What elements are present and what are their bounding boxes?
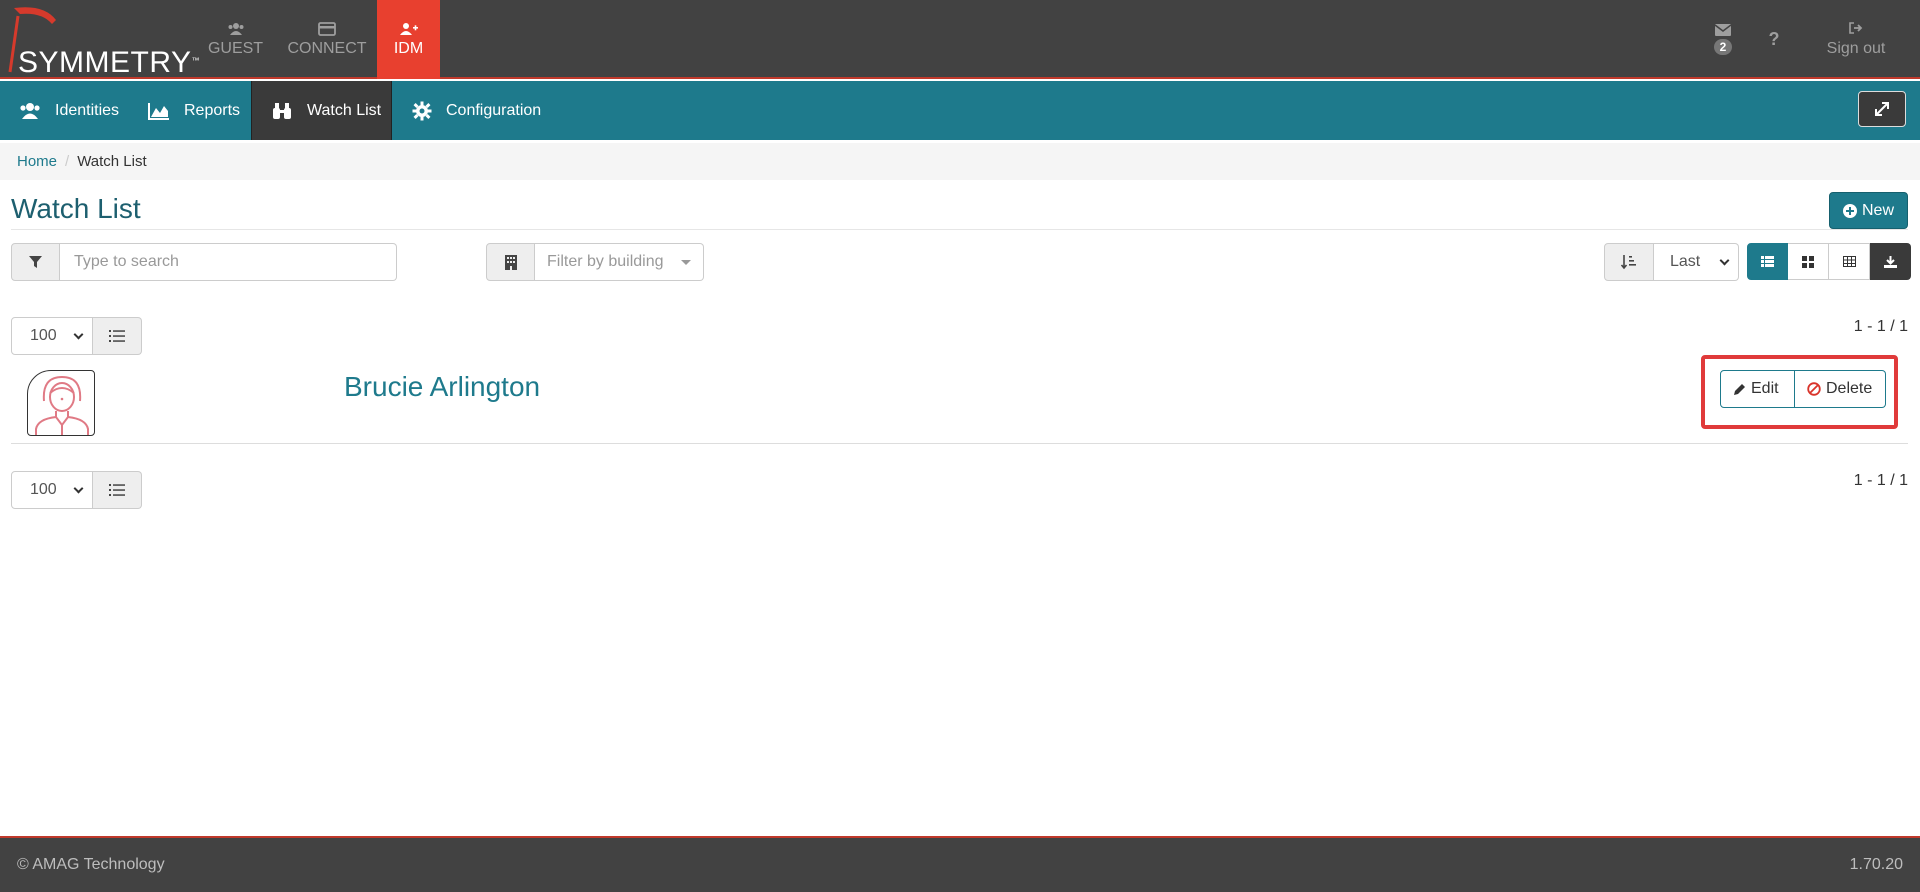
plus-circle-icon — [1842, 203, 1857, 218]
sort-field-value: Last — [1670, 253, 1701, 270]
question-icon: ? — [1768, 29, 1780, 49]
nav-reports[interactable]: Reports — [148, 81, 240, 140]
grid-icon — [1802, 255, 1814, 268]
module-nav: Identities Reports Watch List Configurat… — [0, 81, 1920, 140]
view-table-button[interactable] — [1829, 243, 1870, 280]
search-group — [11, 243, 397, 281]
page-size-select[interactable]: 100 — [11, 317, 93, 355]
footer: © AMAG Technology 1.70.20 — [0, 836, 1920, 892]
list-options-button[interactable] — [93, 471, 142, 509]
edit-button-label: Edit — [1751, 380, 1779, 397]
expand-icon — [1875, 102, 1889, 116]
edit-button[interactable]: Edit — [1720, 370, 1795, 408]
new-button-label: New — [1861, 201, 1894, 219]
card-icon — [318, 21, 336, 36]
sort-amount-icon — [1621, 255, 1636, 270]
row-actions: Edit Delete — [1720, 370, 1886, 408]
app-nav-connect-label: CONNECT — [287, 39, 367, 57]
nav-identities-label: Identities — [55, 101, 120, 119]
sign-out-icon — [1849, 21, 1863, 34]
app-nav-idm[interactable]: IDM — [377, 0, 440, 79]
app-nav-idm-label: IDM — [393, 39, 424, 57]
fullscreen-button[interactable] — [1858, 91, 1906, 127]
search-input[interactable] — [60, 243, 397, 281]
list-ol-icon — [109, 330, 125, 342]
new-button[interactable]: New — [1829, 192, 1908, 229]
sort-order-button[interactable] — [1604, 243, 1654, 281]
page-size-value: 100 — [30, 327, 57, 344]
view-list-button[interactable] — [1747, 243, 1788, 280]
view-mode-toggle — [1747, 243, 1911, 280]
user-plus-icon — [399, 22, 418, 35]
result-count-bottom: 1 - 1 / 1 — [1853, 472, 1908, 489]
page-size-value: 100 — [30, 481, 57, 498]
help-button[interactable]: ? — [1748, 29, 1800, 50]
sort-control: Last — [1604, 243, 1739, 281]
chevron-down-icon — [73, 483, 84, 493]
sign-out-button[interactable]: Sign out — [1800, 21, 1920, 58]
footer-copyright: © AMAG Technology — [17, 856, 165, 873]
filter-icon — [29, 255, 42, 268]
building-select-placeholder: Filter by building — [547, 253, 664, 270]
caret-down-icon — [681, 259, 691, 265]
page-title: Watch List — [11, 193, 141, 224]
list-icon — [1761, 256, 1774, 267]
breadcrumb-current: Watch List — [77, 153, 147, 170]
nav-configuration-label: Configuration — [446, 101, 542, 119]
top-bar: SYMMETRY™ GUEST CONNECT IDM 2 ? Sign out — [0, 0, 1920, 79]
person-placeholder-icon — [35, 375, 89, 435]
list-item: Brucie Arlington Edit Delete — [11, 352, 1908, 444]
nav-reports-label: Reports — [184, 101, 241, 119]
title-divider — [11, 229, 1908, 230]
nav-watch-list[interactable]: Watch List — [251, 81, 392, 140]
users-icon — [20, 102, 40, 119]
avatar[interactable] — [27, 370, 95, 436]
person-name-link[interactable]: Brucie Arlington — [344, 371, 540, 403]
binoculars-icon — [273, 102, 291, 119]
nav-identities[interactable]: Identities — [19, 81, 119, 140]
breadcrumb-separator: / — [65, 153, 70, 170]
download-button[interactable] — [1870, 243, 1911, 280]
building-select[interactable]: Filter by building — [535, 243, 704, 281]
app-nav: GUEST CONNECT IDM — [194, 0, 440, 79]
delete-button-label: Delete — [1826, 380, 1873, 397]
building-filter: Filter by building — [486, 243, 704, 281]
download-icon — [1883, 255, 1897, 268]
list-ol-icon — [109, 484, 125, 496]
result-count-top: 1 - 1 / 1 — [1853, 318, 1908, 335]
view-grid-button[interactable] — [1788, 243, 1829, 280]
list-options-button[interactable] — [93, 317, 142, 355]
mail-button[interactable]: 2 — [1698, 24, 1748, 55]
chevron-down-icon — [73, 329, 84, 339]
nav-watch-list-label: Watch List — [307, 101, 382, 119]
sort-field-select[interactable]: Last — [1654, 243, 1739, 281]
building-addon — [486, 243, 535, 281]
users-icon — [228, 22, 243, 35]
sign-out-label: Sign out — [1826, 39, 1886, 57]
nav-configuration[interactable]: Configuration — [412, 81, 541, 140]
pager-top: 100 — [11, 317, 142, 355]
area-chart-icon — [148, 102, 169, 120]
chevron-down-icon — [1719, 255, 1730, 265]
page-size-select[interactable]: 100 — [11, 471, 93, 509]
breadcrumb: Home / Watch List — [0, 143, 1920, 180]
table-icon — [1842, 256, 1856, 267]
logo-text: SYMMETRY™ — [18, 46, 200, 79]
app-nav-guest[interactable]: GUEST — [194, 0, 277, 79]
mail-count-badge: 2 — [1713, 39, 1733, 55]
pencil-icon — [1734, 383, 1745, 395]
envelope-icon — [1715, 24, 1731, 36]
filter-addon — [11, 243, 60, 281]
app-nav-connect[interactable]: CONNECT — [277, 0, 377, 79]
building-icon — [504, 254, 517, 270]
ban-icon — [1807, 382, 1821, 396]
app-nav-guest-label: GUEST — [207, 39, 264, 57]
gear-icon — [412, 101, 432, 120]
top-right-tools: 2 ? Sign out — [1698, 0, 1920, 79]
delete-button[interactable]: Delete — [1795, 370, 1886, 408]
pager-bottom: 100 — [11, 471, 142, 509]
breadcrumb-home[interactable]: Home — [17, 153, 57, 170]
symmetry-logo[interactable]: SYMMETRY™ — [4, 6, 199, 79]
footer-version: 1.70.20 — [1849, 856, 1903, 873]
